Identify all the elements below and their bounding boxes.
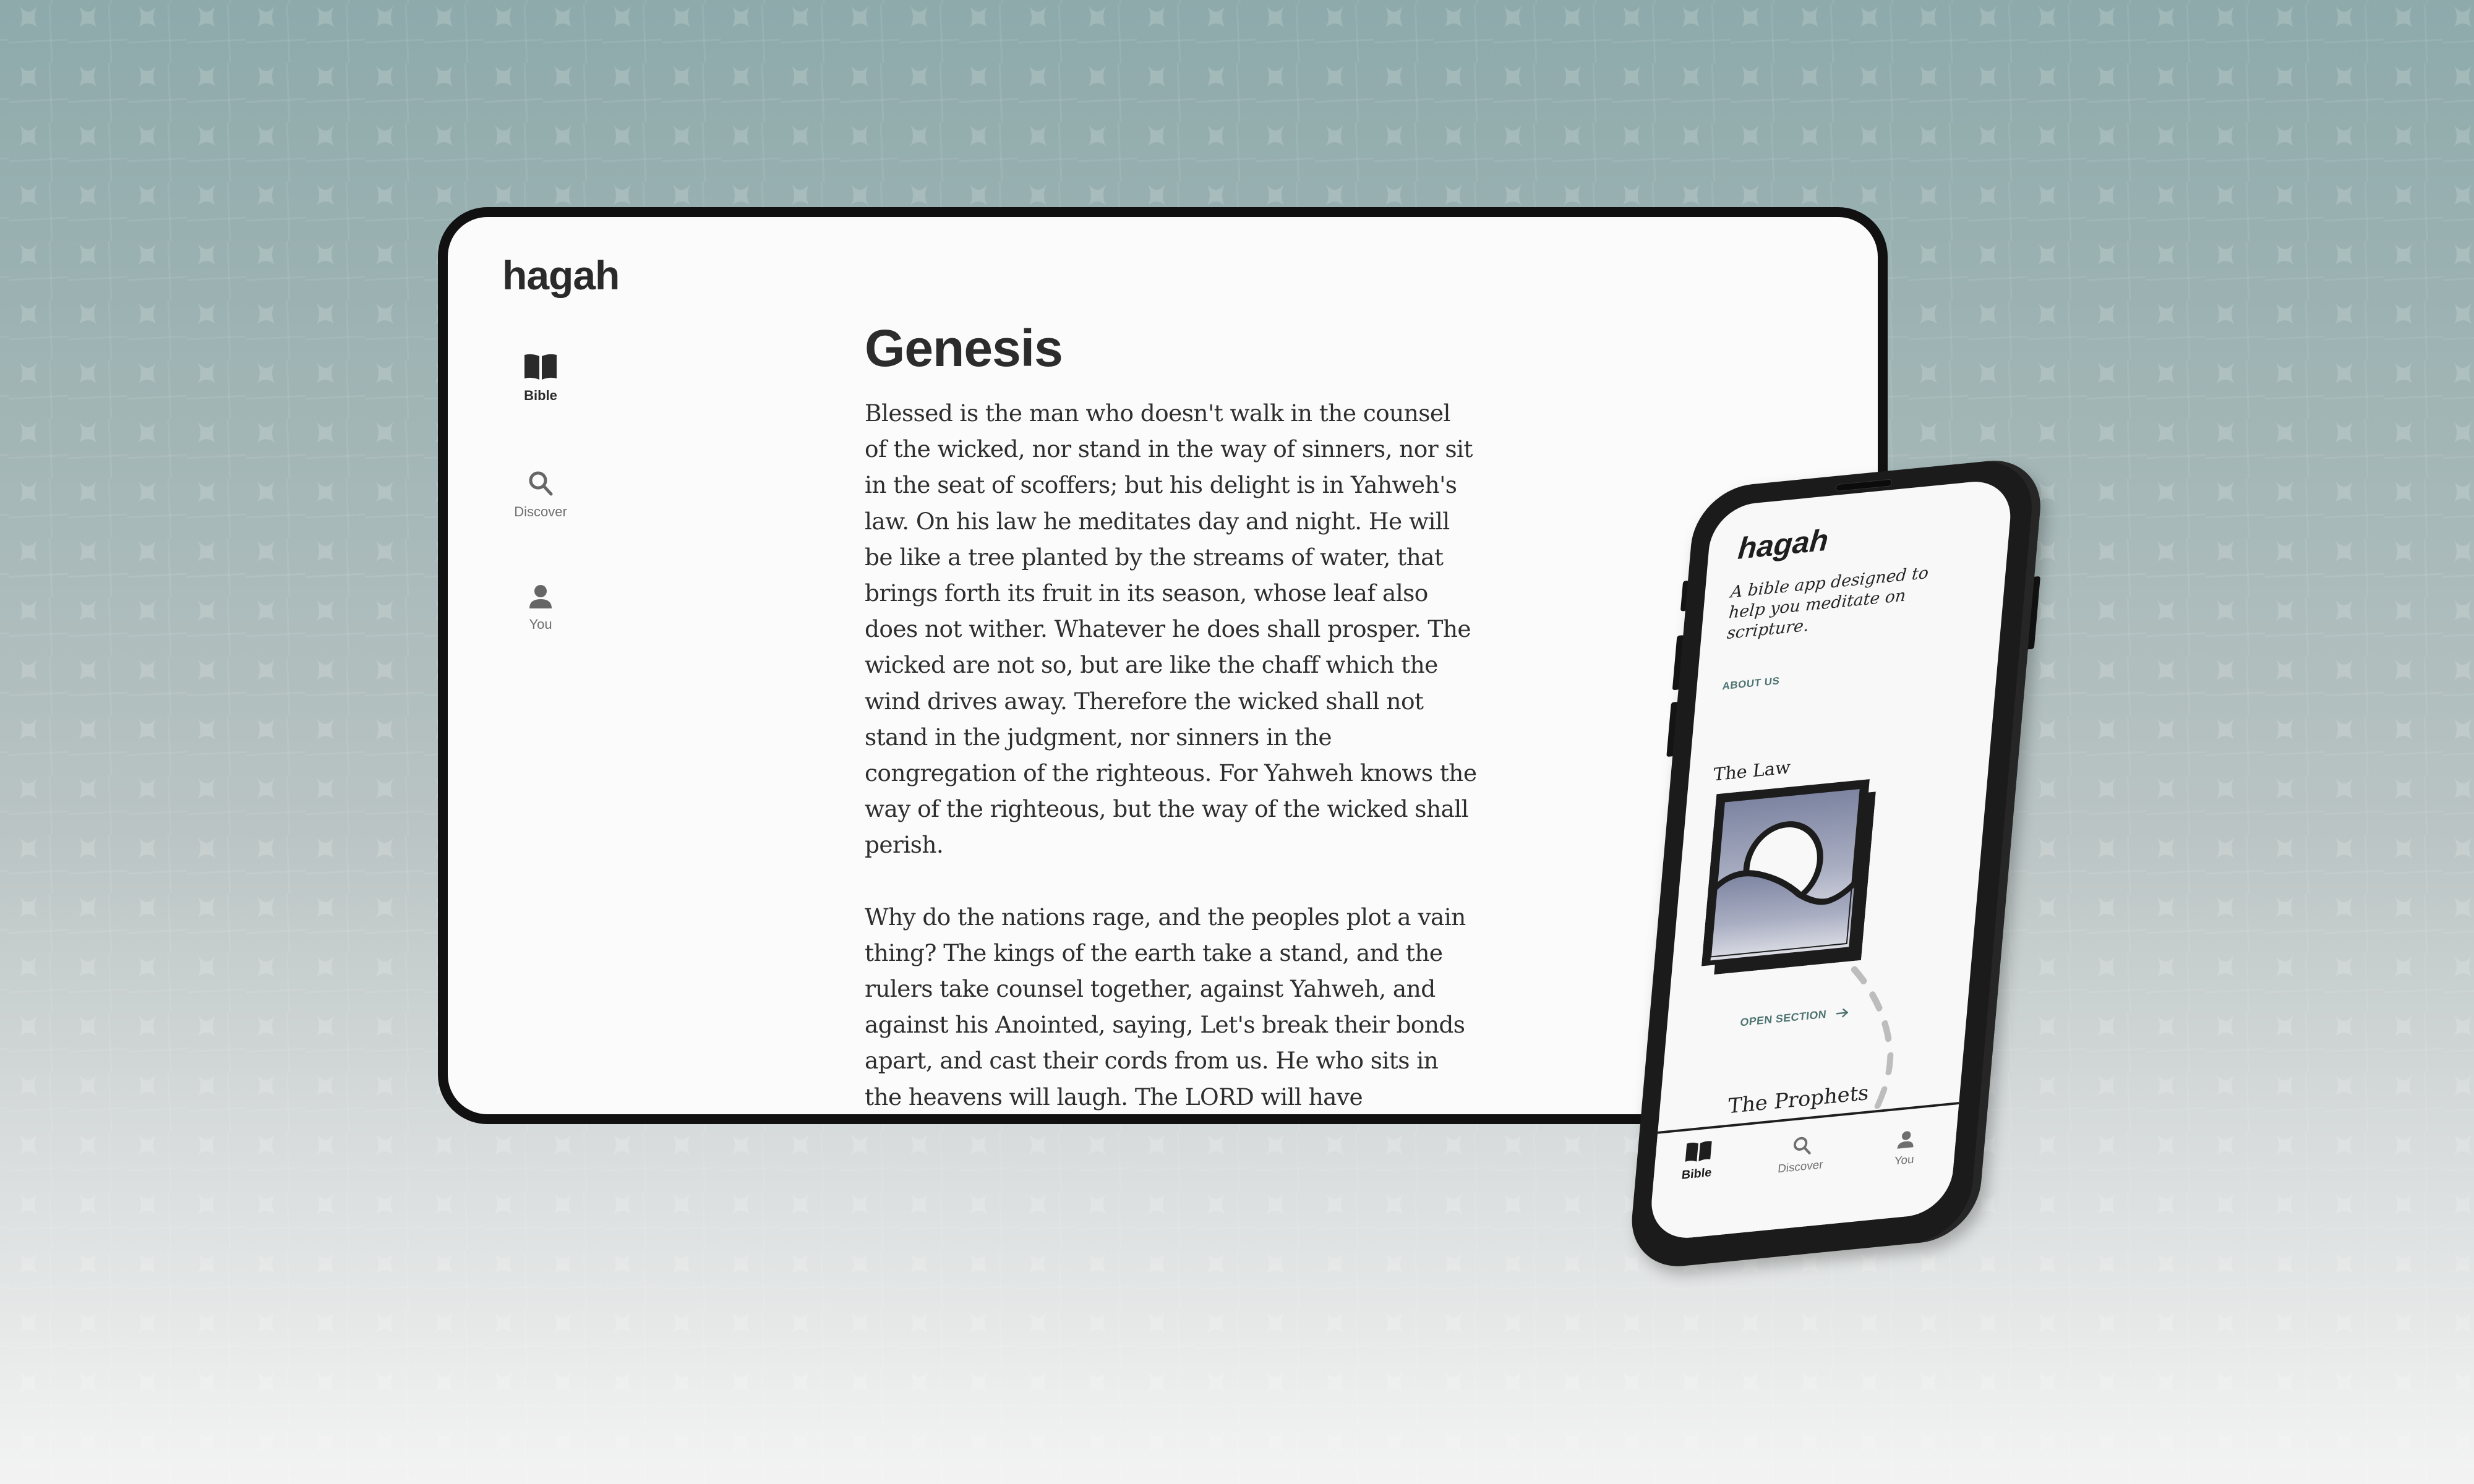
book-open-icon: [524, 354, 557, 380]
tab-discover[interactable]: Discover: [1763, 1132, 1839, 1177]
app-logo: hagah: [502, 252, 620, 298]
tab-label: Bible: [1680, 1166, 1713, 1182]
search-icon: [529, 471, 553, 496]
scripture-paragraph: Why do the nations rage, and the peoples…: [865, 903, 1466, 1111]
sidebar-item-label: Discover: [514, 504, 567, 519]
sidebar-item-label: Bible: [524, 388, 557, 403]
sidebar-item-label: You: [529, 616, 552, 632]
tab-bible[interactable]: Bible: [1659, 1137, 1737, 1185]
sidebar-item-you[interactable]: You: [491, 584, 590, 633]
search-icon: [1793, 1136, 1811, 1154]
sidebar-item-bible[interactable]: Bible: [491, 353, 590, 404]
tab-label: Discover: [1777, 1158, 1824, 1176]
tab-label: You: [1893, 1153, 1915, 1168]
book-open-icon: [1685, 1141, 1712, 1162]
sidebar-item-discover[interactable]: Discover: [491, 469, 590, 520]
page-title: Genesis: [865, 319, 1063, 377]
user-icon: [529, 585, 552, 608]
scripture-paragraph: Blessed is the man who doesn't walk in t…: [865, 399, 1477, 859]
arrow-right-icon: [1836, 1009, 1849, 1018]
phone-device: hagah A bible app designed to help you m…: [1627, 455, 2045, 1272]
reader-content: Genesis Blessed is the man who doesn't w…: [865, 317, 1483, 1114]
user-icon: [1897, 1131, 1914, 1149]
tab-you[interactable]: You: [1867, 1127, 1943, 1171]
